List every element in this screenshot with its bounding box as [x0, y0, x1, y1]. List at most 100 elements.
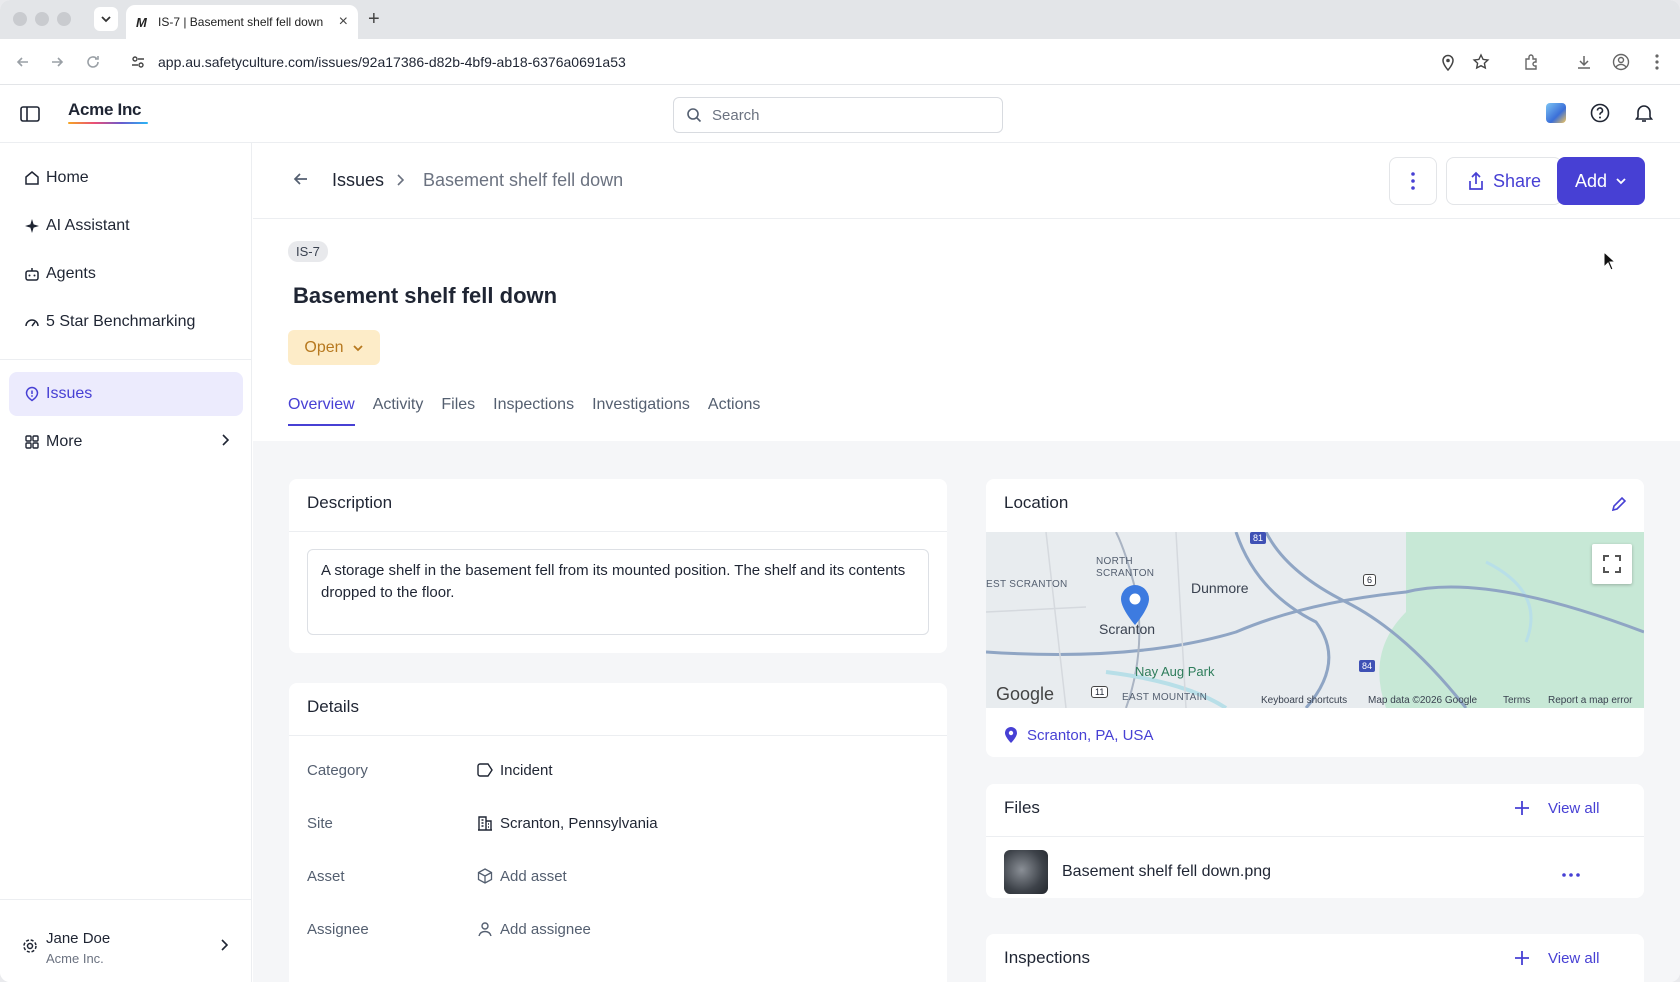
detail-value-text: Add asset [500, 867, 567, 885]
back-arrow-icon[interactable] [293, 171, 309, 192]
robot-icon [22, 264, 42, 284]
detail-row-assignee: Assignee Add assignee [307, 917, 907, 941]
sidebar-item-agents[interactable]: Agents [9, 252, 243, 296]
tab-close-icon[interactable]: × [339, 13, 348, 31]
files-title: Files [1004, 798, 1040, 817]
more-options-button[interactable] [1389, 157, 1437, 205]
sidebar-item-home[interactable]: Home [9, 156, 243, 200]
site-value[interactable]: Scranton, Pennsylvania [477, 815, 658, 832]
tab-actions[interactable]: Actions [708, 396, 760, 426]
sidebar-divider [0, 359, 252, 360]
location-map[interactable]: NORTH SCRANTON EST SCRANTON Dunmore Scra… [986, 532, 1644, 708]
page-header: Issues Basement shelf fell down Share Ad… [253, 143, 1680, 219]
box-icon [477, 868, 493, 884]
inspections-view-all-link[interactable]: View all [1548, 950, 1599, 967]
global-search-input[interactable]: Search [673, 97, 1003, 133]
window-minimize-control[interactable] [35, 12, 49, 26]
details-card: Details Category Incident Site Scranton,… [289, 683, 947, 982]
reload-icon[interactable] [82, 51, 104, 73]
window-close-control[interactable] [13, 12, 27, 26]
sidebar-item-label: Agents [46, 265, 96, 282]
settings-gear-icon [22, 938, 38, 959]
location-address[interactable]: Scranton, PA, USA [1004, 726, 1153, 744]
detail-label: Site [307, 814, 333, 832]
status-dropdown[interactable]: Open [288, 330, 380, 365]
sidebar-item-issues[interactable]: Issues [9, 372, 243, 416]
tab-files[interactable]: Files [441, 396, 475, 426]
add-file-plus-icon[interactable] [1514, 800, 1530, 821]
map-fullscreen-button[interactable] [1592, 544, 1632, 584]
brand-underline [68, 122, 148, 124]
share-icon [1469, 171, 1483, 190]
window-maximize-control[interactable] [57, 12, 71, 26]
edit-pencil-icon[interactable] [1610, 495, 1628, 518]
notifications-bell-icon[interactable] [1634, 103, 1654, 128]
browser-tab-active[interactable]: M IS-7 | Basement shelf fell down × [126, 5, 358, 39]
browser-menu-icon[interactable] [1646, 51, 1668, 73]
forward-nav-icon[interactable] [46, 51, 68, 73]
tab-investigations[interactable]: Investigations [592, 396, 690, 426]
site-settings-icon[interactable] [130, 54, 146, 70]
chevron-right-icon [220, 938, 229, 956]
add-inspection-plus-icon[interactable] [1514, 950, 1530, 971]
share-button[interactable]: Share [1446, 157, 1562, 205]
url-text: app.au.safetyculture.com/issues/92a17386… [158, 54, 626, 70]
detail-value-text: Scranton, Pennsylvania [500, 814, 658, 832]
description-title: Description [307, 493, 393, 512]
map-label-north-scranton: NORTH SCRANTON [1096, 556, 1155, 579]
sidebar-item-label: More [46, 433, 83, 450]
add-asset-button[interactable]: Add asset [477, 868, 567, 885]
issue-id-badge: IS-7 [288, 241, 328, 262]
tab-overview[interactable]: Overview [288, 396, 355, 426]
map-keyboard-shortcuts-link[interactable]: Keyboard shortcuts [1261, 695, 1347, 706]
search-placeholder: Search [712, 106, 760, 124]
file-more-options-icon[interactable] [1562, 864, 1580, 882]
category-value[interactable]: Incident [477, 762, 553, 779]
detail-label: Assignee [307, 920, 369, 938]
ai-feature-icon[interactable] [1546, 103, 1566, 123]
sidebar-item-label: Home [46, 169, 89, 186]
tab-inspections[interactable]: Inspections [493, 396, 574, 426]
tab-search-button[interactable] [94, 7, 118, 31]
main-content: Issues Basement shelf fell down Share Ad… [253, 143, 1680, 982]
map-pin-icon[interactable] [1119, 584, 1151, 631]
description-field[interactable]: A storage shelf in the basement fell fro… [307, 549, 929, 635]
issue-title[interactable]: Basement shelf fell down [293, 283, 557, 309]
add-button[interactable]: Add [1557, 157, 1645, 205]
sidebar-item-label: AI Assistant [46, 217, 130, 234]
extensions-icon[interactable] [1521, 51, 1543, 73]
user-name: Jane Doe [46, 930, 111, 947]
brand-logo[interactable]: Acme Inc [68, 100, 141, 120]
detail-row-category: Category Incident [307, 758, 907, 782]
user-icon [478, 922, 492, 937]
help-icon[interactable] [1590, 103, 1610, 128]
breadcrumb-issues-link[interactable]: Issues [332, 170, 384, 191]
sidebar-item-more[interactable]: More [9, 420, 243, 464]
map-report-error-link[interactable]: Report a map error [1548, 695, 1632, 706]
detail-label: Category [307, 761, 368, 779]
files-view-all-link[interactable]: View all [1548, 800, 1599, 817]
user-org: Acme Inc. [46, 951, 104, 966]
add-button-label: Add [1574, 170, 1608, 191]
map-roads [986, 532, 1644, 708]
add-assignee-button[interactable]: Add assignee [477, 921, 591, 938]
sidebar-toggle-icon[interactable] [20, 105, 40, 128]
map-data-attribution: Map data ©2026 Google [1368, 695, 1478, 706]
user-profile-menu[interactable]: Jane Doe Acme Inc. [0, 899, 252, 982]
details-title: Details [307, 697, 359, 716]
location-title: Location [1004, 493, 1069, 512]
address-bar[interactable]: app.au.safetyculture.com/issues/92a17386… [120, 45, 1492, 79]
location-pin-icon[interactable] [1440, 53, 1456, 71]
status-label: Open [304, 338, 344, 356]
bookmark-star-icon[interactable] [1472, 53, 1490, 71]
download-icon[interactable] [1573, 51, 1595, 73]
tab-activity[interactable]: Activity [373, 396, 424, 426]
sidebar-item-ai-assistant[interactable]: AI Assistant [9, 204, 243, 248]
file-item[interactable]: Basement shelf fell down.png [1004, 850, 1271, 894]
sidebar-item-5-star-benchmarking[interactable]: 5 Star Benchmarking [9, 300, 243, 344]
profile-icon[interactable] [1610, 51, 1632, 73]
map-terms-link[interactable]: Terms [1503, 695, 1530, 706]
location-card: Location NORTH SCRANTON EST SCRANTON Dun… [986, 479, 1644, 757]
new-tab-button[interactable]: + [368, 8, 380, 31]
back-nav-icon[interactable] [12, 51, 34, 73]
